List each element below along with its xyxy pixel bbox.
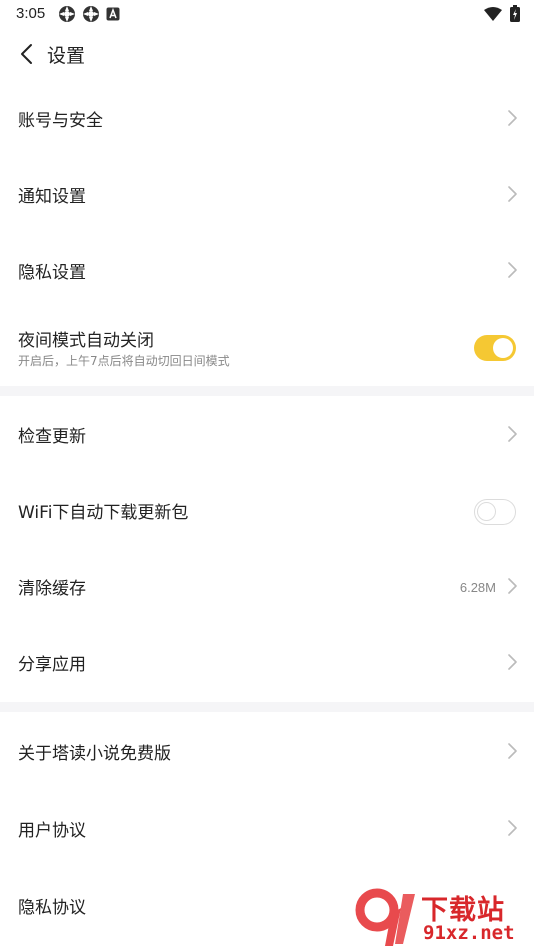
privacy-agreement-label: 隐私协议	[18, 898, 86, 918]
toggle-knob	[477, 502, 496, 521]
watermark-url: 91xz.net	[423, 922, 515, 944]
toggle-knob	[493, 338, 513, 358]
notification-icon	[83, 6, 99, 22]
header: 设置	[0, 28, 534, 80]
clear-cache-item[interactable]: 清除缓存 6.28M	[0, 548, 534, 624]
section-divider	[0, 702, 534, 712]
account-security-label: 账号与安全	[18, 111, 103, 131]
chevron-right-icon	[508, 262, 517, 278]
night-mode-label: 夜间模式自动关闭	[18, 331, 154, 351]
chevron-right-icon	[508, 578, 517, 594]
night-mode-item: 夜间模式自动关闭 开启后，上午7点后将自动切回日间模式	[0, 308, 534, 386]
status-left-icons	[58, 5, 120, 23]
status-time: 3:05	[16, 5, 46, 22]
chevron-right-icon	[508, 110, 517, 126]
chevron-right-icon	[508, 186, 517, 202]
status-bar: 3:05	[0, 0, 534, 28]
check-update-item[interactable]: 检查更新	[0, 396, 534, 472]
about-item[interactable]: 关于塔读小说免费版	[0, 712, 534, 788]
account-security-item[interactable]: 账号与安全	[0, 80, 534, 156]
watermark: 下载站 91xz.net	[355, 888, 530, 948]
wifi-auto-download-item: WiFi下自动下载更新包	[0, 472, 534, 548]
clear-cache-label: 清除缓存	[18, 579, 86, 599]
night-mode-toggle[interactable]	[474, 335, 516, 361]
chevron-right-icon	[508, 743, 517, 759]
battery-icon	[510, 5, 520, 22]
chevron-right-icon	[508, 426, 517, 442]
chevron-right-icon	[508, 820, 517, 836]
page-title: 设置	[47, 45, 86, 67]
wifi-auto-download-toggle[interactable]	[474, 499, 516, 525]
text-a-icon	[106, 7, 120, 21]
cache-size-value: 6.28M	[459, 580, 496, 595]
night-mode-subtitle: 开启后，上午7点后将自动切回日间模式	[18, 354, 230, 368]
wifi-icon	[484, 6, 502, 21]
about-label: 关于塔读小说免费版	[18, 744, 171, 764]
watermark-logo-icon	[355, 888, 415, 946]
notification-settings-item[interactable]: 通知设置	[0, 156, 534, 232]
user-agreement-item[interactable]: 用户协议	[0, 788, 534, 866]
notification-settings-label: 通知设置	[18, 187, 86, 207]
status-right-icons	[484, 5, 520, 22]
user-agreement-label: 用户协议	[18, 821, 86, 841]
chevron-left-icon	[21, 44, 32, 64]
share-app-item[interactable]: 分享应用	[0, 624, 534, 702]
check-update-label: 检查更新	[18, 427, 86, 447]
share-app-label: 分享应用	[18, 655, 86, 675]
wifi-auto-download-label: WiFi下自动下载更新包	[18, 503, 189, 523]
privacy-settings-item[interactable]: 隐私设置	[0, 232, 534, 308]
notification-icon	[59, 6, 75, 22]
section-divider	[0, 386, 534, 396]
back-button[interactable]	[12, 40, 40, 68]
chevron-right-icon	[508, 654, 517, 670]
privacy-settings-label: 隐私设置	[18, 263, 86, 283]
